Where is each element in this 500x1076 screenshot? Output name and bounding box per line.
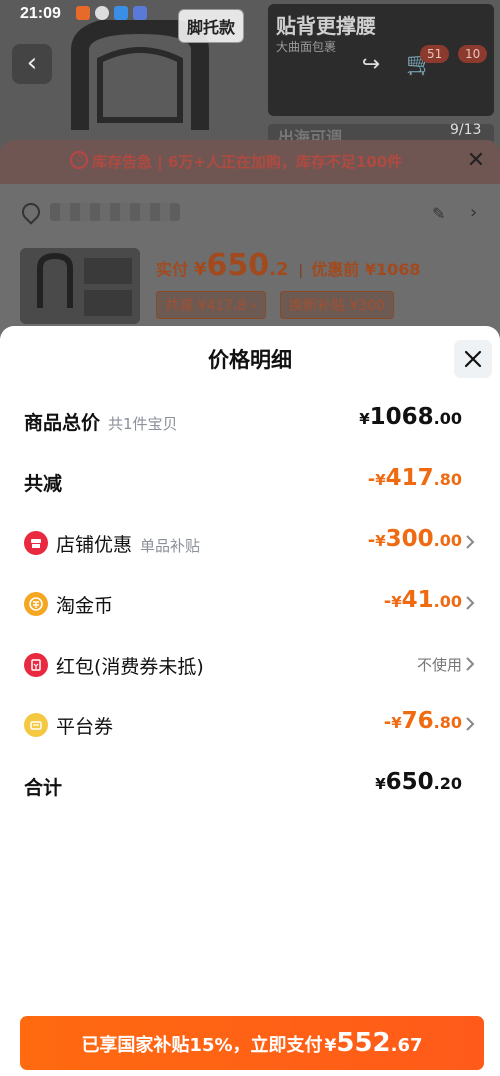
app-notification-icon — [76, 6, 90, 20]
sheet-close-button[interactable] — [454, 340, 492, 378]
coin-icon — [24, 592, 48, 616]
trade-in-subsidy-chip: 换新补贴 ¥300 — [280, 291, 395, 319]
row-platform-coupon[interactable]: 平台券 - ¥76.80 — [0, 704, 500, 744]
chevron-right-icon — [466, 657, 475, 671]
cart-badge: 51 — [420, 45, 450, 63]
original-price: 优惠前 ¥1068 — [311, 260, 421, 279]
row-value: 不使用 — [416, 656, 462, 674]
promo-banner-subtitle: 大曲面包裹 — [276, 40, 337, 54]
actual-price-int: 650 — [206, 248, 270, 283]
row-value: - ¥300.00 — [367, 526, 462, 552]
close-icon — [464, 350, 482, 368]
row-sub: 单品补贴 — [140, 537, 201, 555]
row-shop-discount[interactable]: 店铺优惠 单品补贴 - ¥300.00 — [0, 522, 500, 562]
row-label: 合计 — [24, 777, 63, 799]
address-text-blurred[interactable] — [50, 203, 180, 221]
price-separator: | — [298, 263, 304, 279]
red-packet-icon — [24, 653, 48, 677]
alert-clock-icon: ⏱ — [70, 151, 88, 169]
shop-icon — [24, 531, 48, 555]
chevron-right-icon — [466, 717, 475, 731]
message-badge: 10 — [458, 45, 488, 63]
total-discount-chip[interactable]: 共减 ¥417.8 › — [156, 291, 266, 319]
play-notification-icon — [114, 6, 128, 20]
row-label: 红包(消费券未抵) — [56, 656, 204, 678]
stock-alert-text: 库存告急 | 6万+人正在加购，库存不足100件 — [92, 153, 403, 171]
row-label: 平台券 — [56, 716, 114, 738]
pay-now-button[interactable]: 已享国家补贴15%，立即支付 ¥ 552 .67 — [20, 1016, 484, 1070]
message-notification-icon — [95, 6, 109, 20]
row-total-reduction: 共减 - ¥417.80 — [0, 461, 500, 501]
promo-banner-title: 贴背更撑腰 — [276, 14, 376, 38]
coupon-icon — [24, 713, 48, 737]
actual-price-label: 实付 — [156, 260, 189, 279]
actual-price-dec: .2 — [269, 259, 289, 280]
pay-button-dec: .67 — [390, 1035, 423, 1056]
alert-close-button[interactable]: ✕ — [462, 148, 490, 176]
row-value: ¥1068.00 — [359, 404, 462, 430]
sheet-title: 价格明细 — [208, 348, 292, 372]
pay-button-text: 已享国家补贴15%，立即支付 — [81, 1035, 323, 1056]
pay-button-yen: ¥ — [324, 1036, 337, 1056]
row-taojinbi[interactable]: 淘金币 - ¥41.00 — [0, 583, 500, 623]
row-grand-total: 合计 ¥650.20 — [0, 765, 500, 805]
back-icon: ‹ — [26, 48, 38, 78]
product-thumbnail[interactable] — [20, 248, 140, 324]
row-value: - ¥41.00 — [383, 587, 462, 613]
status-app-icons — [76, 6, 147, 20]
row-label: 淘金币 — [56, 595, 114, 617]
address-chevron-icon[interactable]: › — [470, 202, 477, 223]
row-value: - ¥417.80 — [367, 465, 462, 491]
chevron-right-icon — [466, 535, 475, 549]
pay-button-int: 552 — [336, 1028, 391, 1058]
row-value: - ¥76.80 — [383, 708, 462, 734]
row-goods-total: 商品总价 共1件宝贝 ¥1068.00 — [0, 400, 500, 440]
row-red-packet[interactable]: 红包(消费券未抵) 不使用 — [0, 644, 500, 684]
actual-price-yen: ¥ — [194, 259, 207, 280]
app2-notification-icon — [133, 6, 147, 20]
row-value: ¥650.20 — [375, 769, 462, 795]
chevron-right-icon — [466, 596, 475, 610]
variant-chip[interactable]: 脚托款 — [178, 9, 245, 43]
share-icon: ↪ — [361, 52, 381, 77]
edit-icon[interactable]: ✎ — [432, 204, 445, 223]
close-icon: ✕ — [466, 148, 486, 173]
row-label: 商品总价 共1件宝贝 — [24, 412, 178, 434]
row-sub: 共1件宝贝 — [108, 415, 178, 433]
image-page-indicator: 9/13 — [450, 122, 482, 138]
back-button[interactable]: ‹ — [12, 44, 52, 84]
row-label: 共减 — [24, 473, 63, 495]
actual-price-line: 实付 ¥ 650 .2 | 优惠前 ¥1068 — [156, 248, 421, 283]
row-label: 店铺优惠 单品补贴 — [56, 534, 201, 556]
share-button[interactable]: ↪ — [352, 46, 390, 84]
